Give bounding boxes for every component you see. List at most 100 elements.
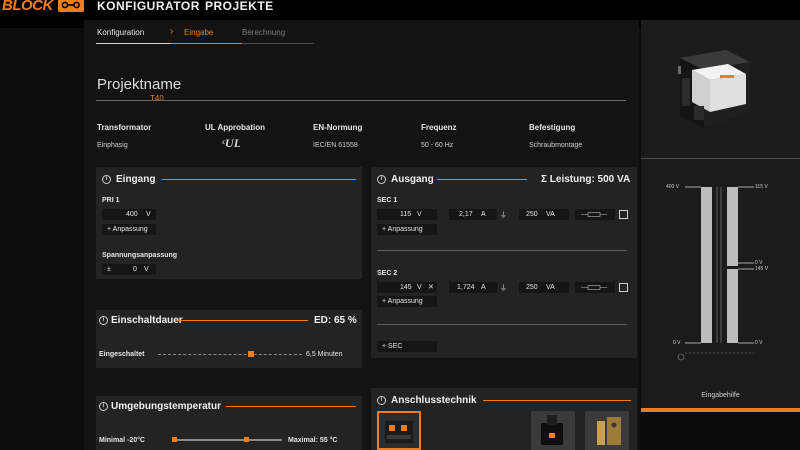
einschaltdauer-title-line — [178, 320, 308, 321]
project-name-underline — [96, 100, 626, 101]
sec1-anpassung-button[interactable]: + Anpassung — [377, 224, 437, 235]
sec2-current-field[interactable]: 1,724 A — [449, 282, 497, 293]
step-eingabe-line — [171, 43, 242, 44]
winding-diagram — [677, 186, 754, 361]
transformer-product-image — [668, 36, 768, 148]
spring-terminal-icon — [541, 415, 563, 445]
spec-header-befestigung: Befestigung — [529, 123, 576, 132]
umgebungstemperatur-panel: i Umgebungstemperatur Minimal -20°C Maxi… — [96, 396, 362, 450]
nav-projekte[interactable]: PROJEKTE — [205, 0, 274, 13]
spec-header-ul: UL Approbation — [205, 123, 265, 132]
step-berechnung[interactable]: Berechnung — [242, 28, 285, 37]
sec2-voltage-value: 145 — [400, 284, 412, 291]
sec2-power-unit: VA — [546, 284, 555, 291]
terminal-option-spring[interactable] — [531, 411, 575, 450]
slider-thumb[interactable] — [248, 351, 254, 357]
pri1-anpassung-button[interactable]: + Anpassung — [102, 224, 156, 235]
spec-value-frequenz: 50 - 60 Hz — [421, 142, 454, 149]
sec1-ground-icon: ⏚ — [500, 212, 507, 219]
info-icon[interactable]: i — [377, 175, 386, 184]
step-berechnung-line — [242, 43, 314, 44]
nav-konfigurator[interactable]: KONFIGURATOR — [97, 0, 200, 13]
ul-approbation-icon: ᶜUL — [222, 136, 241, 150]
spec-value-befestigung: Schraubmontage — [529, 142, 583, 149]
spec-header-transformator: Transformator — [97, 123, 152, 132]
ausgang-panel: i Ausgang Σ Leistung: 500 VA SEC 1 115 V… — [371, 167, 637, 358]
sec2-current-value: 1,724 — [457, 284, 475, 291]
info-icon[interactable]: i — [99, 316, 108, 325]
sec2-label: SEC 2 — [377, 270, 398, 277]
diagram-label-400v: 400 V — [666, 184, 680, 190]
step-konfiguration-line — [96, 43, 171, 44]
terminal-option-screw[interactable] — [377, 411, 421, 450]
sidebar-footer — [641, 408, 800, 450]
diagram-label-0v-sec2: 0 V — [755, 340, 763, 346]
sec2-checkbox-icon[interactable] — [619, 283, 628, 292]
sec1-power-unit: VA — [546, 211, 555, 218]
einschaltdauer-slider[interactable] — [158, 351, 302, 357]
max-temperature-thumb[interactable] — [244, 437, 249, 442]
min-temperature-thumb[interactable] — [172, 437, 177, 442]
einschaltdauer-title: Einschaltdauer — [111, 315, 183, 326]
einschaltdauer-panel: i Einschaltdauer ED: 65 % Eingeschaltet … — [96, 310, 362, 368]
close-icon[interactable]: ✕ — [428, 282, 434, 293]
terminal-option-tab[interactable] — [585, 411, 629, 450]
sec2-divider — [377, 324, 627, 325]
sec1-current-unit: A — [481, 211, 486, 218]
spannungsanpassung-field[interactable]: ± 0 V — [102, 264, 156, 275]
sec2-voltage-field[interactable]: 145 V ✕ — [377, 282, 437, 293]
sec1-voltage-field[interactable]: 115 V — [377, 209, 437, 220]
logo-text: BLOCK — [2, 0, 53, 14]
pri1-voltage-unit: V — [146, 211, 151, 218]
sec1-voltage-unit: V — [417, 211, 422, 218]
sec1-power-field[interactable]: 250 VA — [519, 209, 569, 220]
sidebar-separator — [641, 158, 800, 159]
block-logo[interactable]: BLOCK — [2, 0, 86, 14]
step-konfiguration[interactable]: Konfiguration — [97, 28, 144, 37]
fuse-icon — [581, 212, 607, 217]
info-icon[interactable]: i — [99, 402, 108, 411]
add-sec-button[interactable]: + SEC — [377, 341, 437, 352]
svg-text:ᶜUL: ᶜUL — [222, 136, 240, 150]
sec2-current-unit: A — [481, 284, 486, 291]
spannungsanpassung-value: 0 — [133, 266, 137, 273]
sec2-anpassung-button[interactable]: + Anpassung — [377, 296, 437, 307]
chevron-right-icon: › — [170, 26, 174, 37]
info-icon[interactable]: i — [102, 175, 111, 184]
sec2-fuse-field[interactable] — [575, 282, 615, 293]
sidebar-accent-bar — [641, 408, 800, 412]
sec1-checkbox-icon[interactable] — [619, 210, 628, 219]
ausgang-title-line — [437, 179, 527, 180]
spec-header-frequenz: Frequenz — [421, 123, 457, 132]
min-temperature-label: Minimal -20°C — [99, 437, 145, 444]
project-name-label: Projektname — [97, 76, 182, 93]
sec2-ground-icon: ⏚ — [500, 285, 507, 292]
sec1-current-field[interactable]: 2,17 A — [449, 209, 497, 220]
sec1-label: SEC 1 — [377, 197, 398, 204]
spannungsanpassung-label: Spannungsanpassung — [102, 252, 178, 259]
anschlusstechnik-panel: i Anschlusstechnik — [371, 388, 637, 450]
umgebungstemperatur-title: Umgebungstemperatur — [111, 401, 222, 412]
sec1-power-value: 250 — [526, 211, 538, 218]
step-eingabe[interactable]: Eingabe — [184, 28, 213, 37]
fuse-icon — [581, 285, 607, 290]
spannungsanpassung-unit: V — [144, 266, 149, 273]
einschaltdauer-value: 6,5 Minuten — [306, 351, 343, 358]
sec1-fuse-field[interactable] — [575, 209, 615, 220]
spec-value-transformator: Einphasig — [97, 142, 128, 149]
diagram-label-0v-left: 0 V — [673, 340, 681, 346]
eingabehilfe-label: Eingabehilfe — [701, 392, 740, 399]
umgebung-title-line — [226, 406, 356, 407]
pri1-label: PRI 1 — [102, 197, 120, 204]
spec-header-en: EN-Normung — [313, 123, 363, 132]
screw-terminal-icon — [385, 421, 413, 443]
spec-value-en: IEC/EN 61558 — [313, 142, 358, 149]
diagram-label-115v: 115 V — [755, 184, 768, 190]
eingang-title-line — [162, 179, 356, 180]
project-name-value[interactable]: T40 — [150, 94, 164, 103]
info-icon[interactable]: i — [377, 396, 386, 405]
plus-minus-sign: ± — [107, 266, 111, 273]
pri1-voltage-field[interactable]: 400 V — [102, 209, 156, 220]
sec2-power-field[interactable]: 250 VA — [519, 282, 569, 293]
temperature-range-slider[interactable] — [172, 437, 282, 442]
